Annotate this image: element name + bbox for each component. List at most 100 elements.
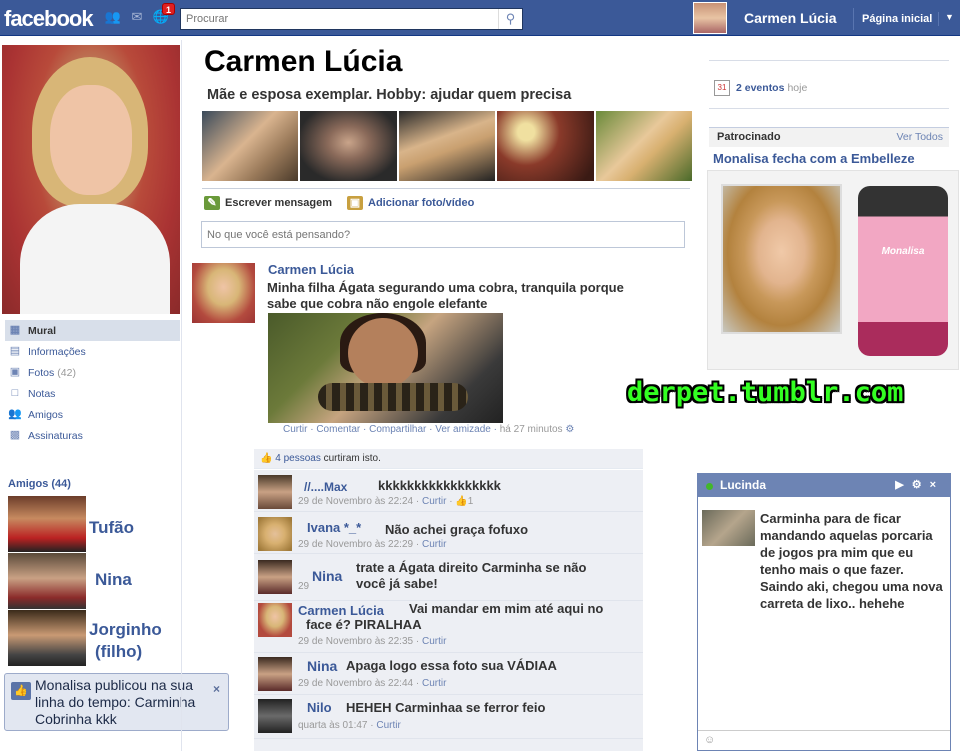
profile-name: Carmen Lúcia bbox=[204, 45, 403, 78]
friend-name-suffix: (filho) bbox=[95, 642, 143, 661]
post-actions[interactable]: Curtir · Comentar · Compartilhar · Ver a… bbox=[283, 424, 574, 435]
search-box: ⚲ bbox=[180, 8, 523, 30]
wall-icon: ▦ bbox=[9, 324, 21, 336]
post-photo[interactable] bbox=[268, 313, 503, 423]
comment-like-link[interactable]: Curtir bbox=[376, 720, 400, 731]
online-status-icon bbox=[706, 483, 713, 490]
comment: //....Max kkkkkkkkkkkkkkkkk 29 de Novemb… bbox=[254, 470, 643, 512]
photo-strip bbox=[202, 111, 693, 181]
sponsored-header: Patrocinado Ver Todos bbox=[709, 127, 949, 147]
nav-item-mural[interactable]: ▦ Mural bbox=[5, 320, 180, 341]
user-name-link[interactable]: Carmen Lúcia bbox=[744, 10, 837, 26]
top-bar: facebook 👥 ✉ 🌐 1 ⚲ Carmen Lúcia Página i… bbox=[0, 0, 960, 36]
gear-icon[interactable]: ⚙ bbox=[565, 424, 574, 435]
toast-text: Monalisa publicou na sua linha do tempo:… bbox=[35, 677, 196, 727]
nav-item-notes[interactable]: □ Notas bbox=[5, 383, 180, 404]
comment-avatar[interactable] bbox=[258, 657, 292, 691]
column-divider bbox=[181, 40, 182, 751]
write-message-button[interactable]: ✎ Escrever mensagem bbox=[204, 196, 332, 210]
info-icon: ▤ bbox=[9, 345, 21, 357]
message-icon: ✎ bbox=[204, 196, 220, 210]
friend-name-nina[interactable]: Nina bbox=[95, 570, 132, 590]
divider bbox=[709, 108, 949, 109]
nav-item-info[interactable]: ▤ Informações bbox=[5, 341, 180, 362]
nav-item-friends[interactable]: 👥 Amigos bbox=[5, 404, 180, 425]
notes-icon: □ bbox=[11, 387, 19, 399]
comment: Nina trate a Ágata direito Carminha se n… bbox=[254, 554, 643, 601]
friend-photo-nina[interactable] bbox=[8, 553, 86, 609]
friend-name-jorginho[interactable]: Jorginho bbox=[89, 620, 162, 640]
photo-icon: ▣ bbox=[347, 196, 363, 210]
product-jar: Monalisa bbox=[858, 186, 948, 356]
strip-photo[interactable] bbox=[398, 111, 496, 181]
comment-like-link[interactable]: Curtir bbox=[422, 496, 446, 507]
comment: Nina Apaga logo essa foto sua VÁDIAA 29 … bbox=[254, 653, 643, 695]
divider bbox=[202, 188, 690, 189]
chat-message: Carminha para de ficar mandando aquelas … bbox=[760, 511, 943, 611]
subscriptions-icon: ▩ bbox=[9, 429, 21, 441]
comment-avatar[interactable] bbox=[258, 560, 292, 594]
nav-item-subscriptions[interactable]: ▩ Assinaturas bbox=[5, 425, 180, 446]
see-all-link[interactable]: Ver Todos bbox=[896, 131, 943, 143]
strip-photo[interactable] bbox=[202, 111, 299, 181]
emoticon-icon[interactable]: ☺ bbox=[704, 734, 715, 746]
strip-photo[interactable] bbox=[497, 111, 594, 181]
search-input[interactable] bbox=[181, 9, 491, 29]
friend-photo-jorginho[interactable] bbox=[8, 610, 86, 666]
ad-image[interactable]: Monalisa bbox=[707, 170, 959, 370]
comment-like-link[interactable]: Curtir bbox=[422, 539, 446, 550]
comment: Nilo HEHEH Carminhaa se ferror feio quar… bbox=[254, 695, 643, 739]
likes-summary: 👍 4 pessoas curtiram isto. bbox=[254, 449, 643, 469]
like-icon: 👍 bbox=[260, 453, 273, 464]
add-photo-button[interactable]: ▣ Adicionar foto/vídeo bbox=[347, 196, 474, 210]
post-text: Minha filha Ágata segurando uma cobra, t… bbox=[267, 280, 624, 311]
like-icon: 👍 bbox=[455, 496, 468, 507]
chat-avatar[interactable] bbox=[702, 510, 755, 546]
like-icon: 👍 bbox=[11, 682, 31, 700]
comment-avatar[interactable] bbox=[258, 603, 292, 637]
divider bbox=[709, 60, 949, 61]
user-avatar[interactable] bbox=[693, 2, 727, 34]
photos-icon: ▣ bbox=[9, 366, 21, 378]
facebook-logo[interactable]: facebook bbox=[4, 6, 94, 32]
post-author-avatar[interactable] bbox=[192, 263, 255, 323]
ad-title[interactable]: Monalisa fecha com a Embelleze bbox=[713, 151, 915, 166]
strip-photo[interactable] bbox=[595, 111, 693, 181]
messages-icon[interactable]: ✉ bbox=[128, 9, 146, 25]
post-author[interactable]: Carmen Lúcia bbox=[268, 262, 354, 277]
strip-photo[interactable] bbox=[300, 111, 397, 181]
events-reminder[interactable]: 31 2 eventos hoje bbox=[714, 80, 807, 96]
status-composer bbox=[201, 221, 685, 248]
comment-avatar[interactable] bbox=[258, 475, 292, 509]
comment-like-link[interactable]: Curtir bbox=[422, 678, 446, 689]
comment: Ivana *_* Não achei graça fofuxo 29 de N… bbox=[254, 512, 643, 554]
chevron-down-icon[interactable]: ▼ bbox=[938, 12, 954, 26]
chat-header[interactable]: Lucinda ▶⚙× bbox=[698, 474, 950, 497]
home-link[interactable]: Página inicial bbox=[853, 8, 940, 30]
comment-avatar[interactable] bbox=[258, 699, 292, 733]
watermark: derpet.tumblr.com bbox=[627, 377, 904, 408]
nav-item-photos[interactable]: ▣ Fotos (42) bbox=[5, 362, 180, 383]
friends-icon: 👥 bbox=[8, 408, 22, 420]
profile-bio: Mãe e esposa exemplar. Hobby: ajudar que… bbox=[207, 87, 572, 103]
close-icon[interactable]: × bbox=[930, 479, 944, 491]
friend-name-tufao[interactable]: Tufão bbox=[89, 518, 134, 538]
chat-input[interactable]: ☺ bbox=[698, 730, 950, 750]
calendar-icon: 31 bbox=[714, 80, 730, 96]
comments-list: //....Max kkkkkkkkkkkkkkkkk 29 de Novemb… bbox=[254, 470, 643, 751]
search-icon[interactable]: ⚲ bbox=[498, 9, 522, 29]
chat-window: Lucinda ▶⚙× Carminha para de ficar manda… bbox=[697, 473, 951, 751]
close-icon[interactable]: × bbox=[213, 682, 220, 696]
gear-icon[interactable]: ⚙ bbox=[912, 479, 930, 491]
profile-nav: ▦ Mural ▤ Informações ▣ Fotos (42) □ Notas 👥 A… bbox=[5, 320, 180, 446]
comment-like-link[interactable]: Curtir bbox=[422, 636, 446, 647]
friends-header[interactable]: Amigos (44) bbox=[8, 478, 71, 490]
friend-photo-tufao[interactable] bbox=[8, 496, 86, 552]
notification-badge: 1 bbox=[162, 3, 176, 15]
comment-avatar[interactable] bbox=[258, 517, 292, 551]
video-call-icon[interactable]: ▶ bbox=[895, 479, 911, 491]
status-input[interactable] bbox=[202, 222, 684, 247]
profile-picture[interactable] bbox=[2, 45, 180, 314]
friend-requests-icon[interactable]: 👥 bbox=[104, 9, 122, 25]
notification-toast[interactable]: 👍 Monalisa publicou na sua linha do temp… bbox=[4, 673, 229, 731]
